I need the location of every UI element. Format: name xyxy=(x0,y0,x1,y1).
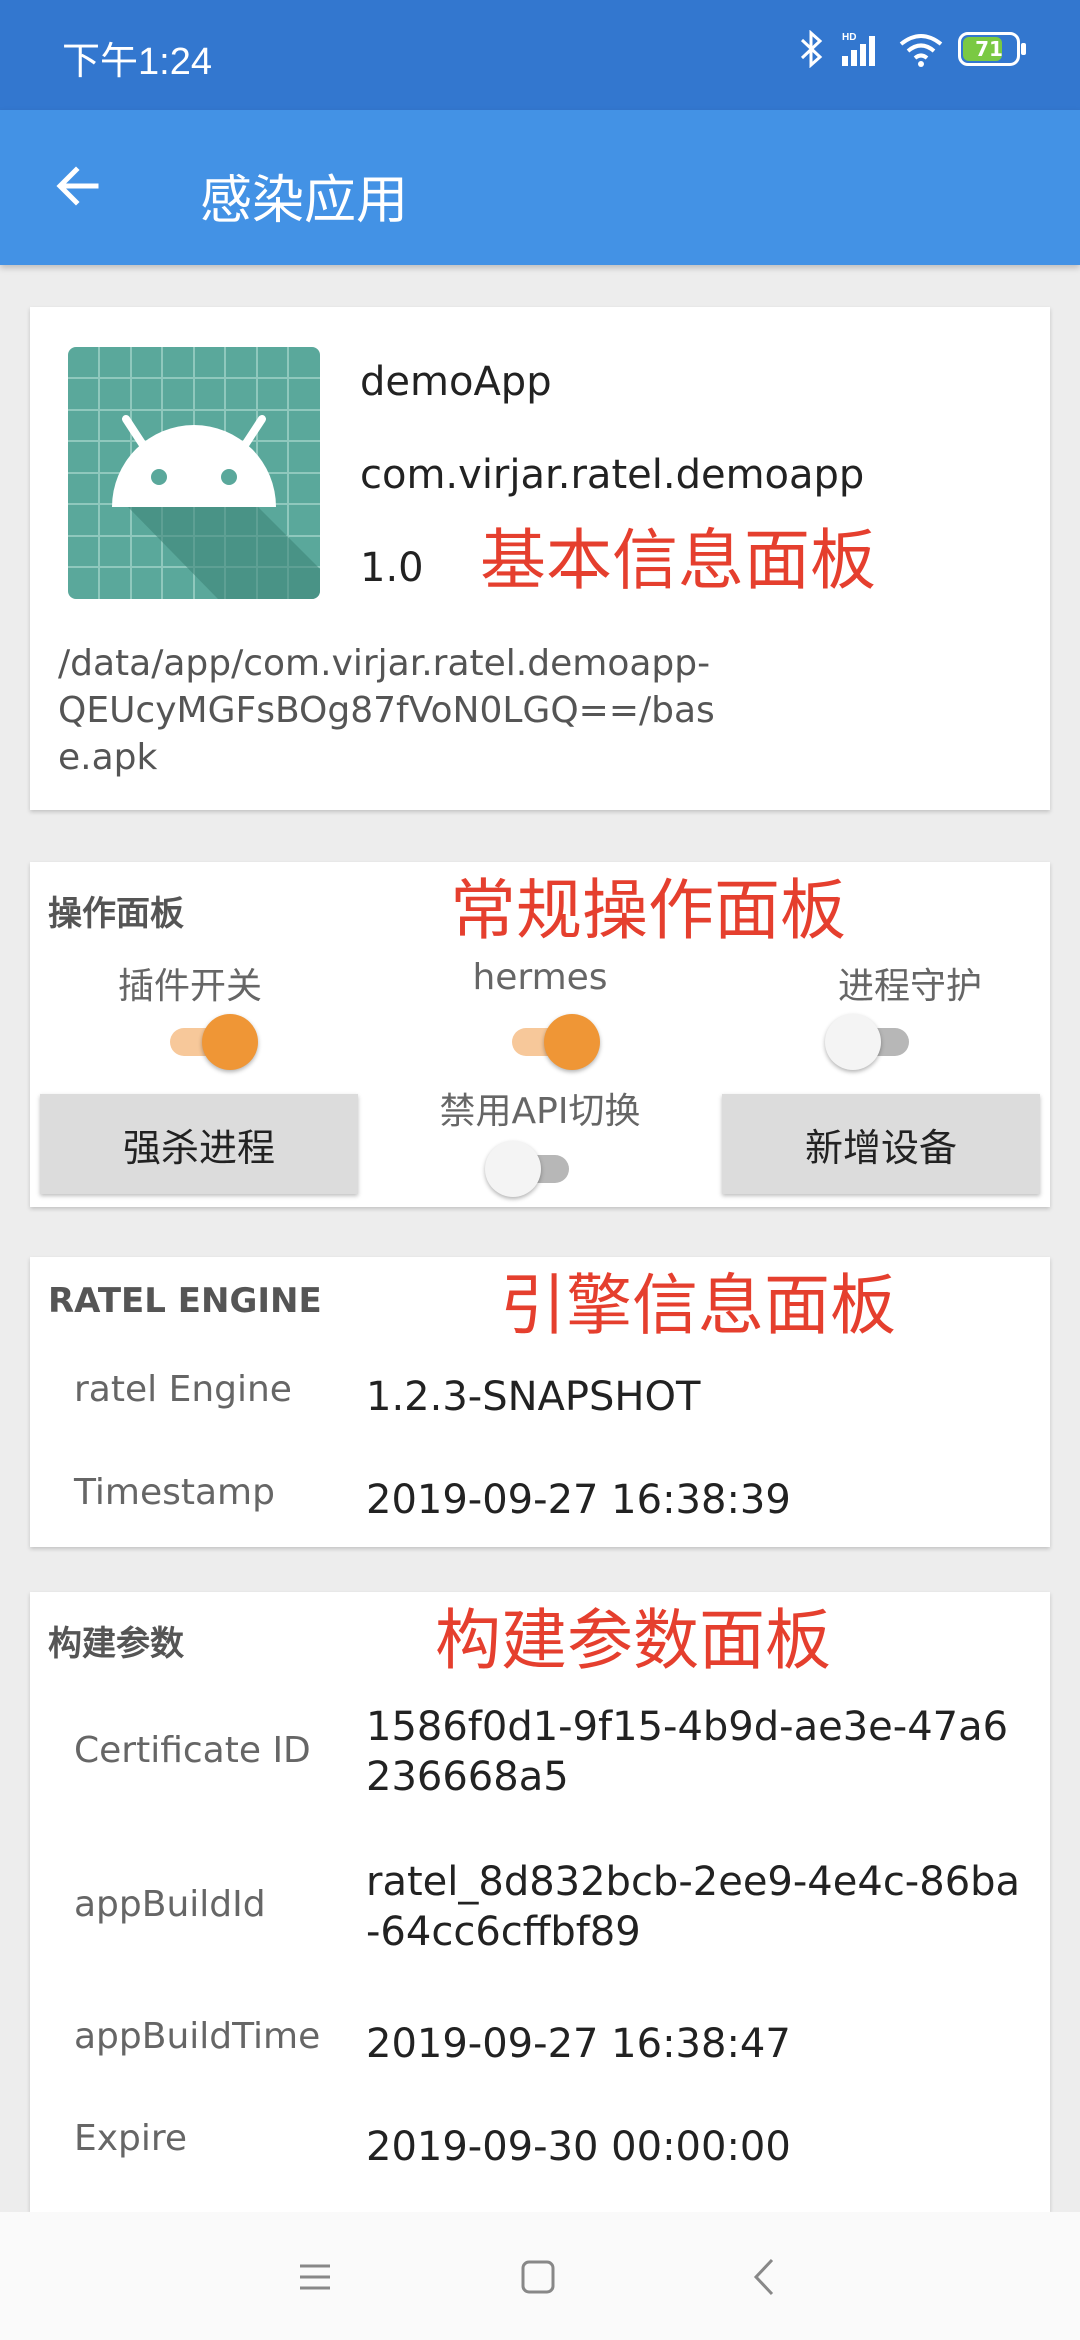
plugin-switch[interactable] xyxy=(162,1010,258,1070)
nav-back-icon[interactable] xyxy=(740,2252,790,2302)
hermes-switch[interactable] xyxy=(504,1010,600,1070)
package-name: com.virjar.ratel.demoapp xyxy=(360,452,865,498)
engine-key: ratel Engine xyxy=(74,1369,292,1410)
expire-key: Expire xyxy=(74,2118,188,2159)
battery-level: 71 xyxy=(975,37,1003,61)
timestamp-value: 2019-09-27 16:38:39 xyxy=(366,1477,791,1523)
app-name: demoApp xyxy=(360,359,552,405)
arrow-left-icon[interactable] xyxy=(50,158,106,214)
disable-api-switch-label: 禁用API切换 xyxy=(439,1091,641,1132)
hermes-switch-label: hermes xyxy=(472,957,608,998)
app-build-time-value: 2019-09-27 16:38:47 xyxy=(366,2021,791,2067)
build-header: 构建参数 xyxy=(48,1624,184,1664)
kill-process-button[interactable]: 强杀进程 xyxy=(40,1094,358,1194)
app-version: 1.0 xyxy=(360,545,424,591)
certificate-id-key: Certificate ID xyxy=(74,1730,311,1771)
app-build-id-key: appBuildId xyxy=(74,1884,266,1925)
app-build-time-key: appBuildTime xyxy=(74,2016,321,2057)
basic-info-annotation: 基本信息面板 xyxy=(480,522,876,599)
timestamp-key: Timestamp xyxy=(74,1472,275,1513)
android-app-icon xyxy=(68,347,320,599)
page-title: 感染应用 xyxy=(200,171,409,231)
battery-indicator: 71 xyxy=(958,32,1026,66)
add-device-button[interactable]: 新增设备 xyxy=(722,1094,1040,1194)
engine-annotation: 引擎信息面板 xyxy=(500,1267,896,1344)
status-bar: 下午1:24 HD 71 xyxy=(0,0,1080,110)
status-time: 下午1:24 xyxy=(62,41,212,83)
engine-card: RATEL ENGINE 引擎信息面板 ratel Engine 1.2.3-S… xyxy=(30,1257,1050,1547)
disable-api-switch[interactable] xyxy=(485,1137,577,1197)
engine-value: 1.2.3-SNAPSHOT xyxy=(366,1374,701,1420)
menu-icon[interactable] xyxy=(290,2252,340,2302)
certificate-id-value: 1586f0d1-9f15-4b9d-ae3e-47a6236668a5 xyxy=(366,1704,1009,1800)
expire-value: 2019-09-30 00:00:00 xyxy=(366,2124,791,2170)
bluetooth-icon xyxy=(800,30,823,68)
operations-annotation: 常规操作面板 xyxy=(450,872,846,949)
svg-text:HD: HD xyxy=(842,32,856,43)
status-icons: HD 71 xyxy=(798,30,1026,68)
app-bar: 感染应用 xyxy=(0,110,1080,265)
build-annotation: 构建参数面板 xyxy=(435,1602,831,1679)
guard-switch[interactable] xyxy=(825,1010,917,1070)
plugin-switch-label: 插件开关 xyxy=(117,966,262,1007)
build-card: 构建参数 构建参数面板 Certificate ID 1586f0d1-9f15… xyxy=(30,1592,1050,2212)
app-build-id-value: ratel_8d832bcb-2ee9-4e4c-86ba-64cc6cffbf… xyxy=(366,1859,1021,1955)
navigation-bar xyxy=(0,2212,1080,2340)
basic-info-card: demoApp com.virjar.ratel.demoapp 1.0 基本信… xyxy=(30,307,1050,810)
engine-header: RATEL ENGINE xyxy=(48,1281,322,1321)
wifi-icon xyxy=(899,34,943,67)
operations-card: 操作面板 常规操作面板 插件开关 hermes 进程守护 禁用API切换 强杀进… xyxy=(30,862,1050,1207)
signal-icon: HD xyxy=(842,32,875,66)
home-icon[interactable] xyxy=(513,2252,563,2302)
guard-switch-label: 进程守护 xyxy=(837,966,982,1007)
apk-path: /data/app/com.virjar.ratel.demoapp-QEUcy… xyxy=(58,643,715,778)
operations-header: 操作面板 xyxy=(48,894,184,934)
